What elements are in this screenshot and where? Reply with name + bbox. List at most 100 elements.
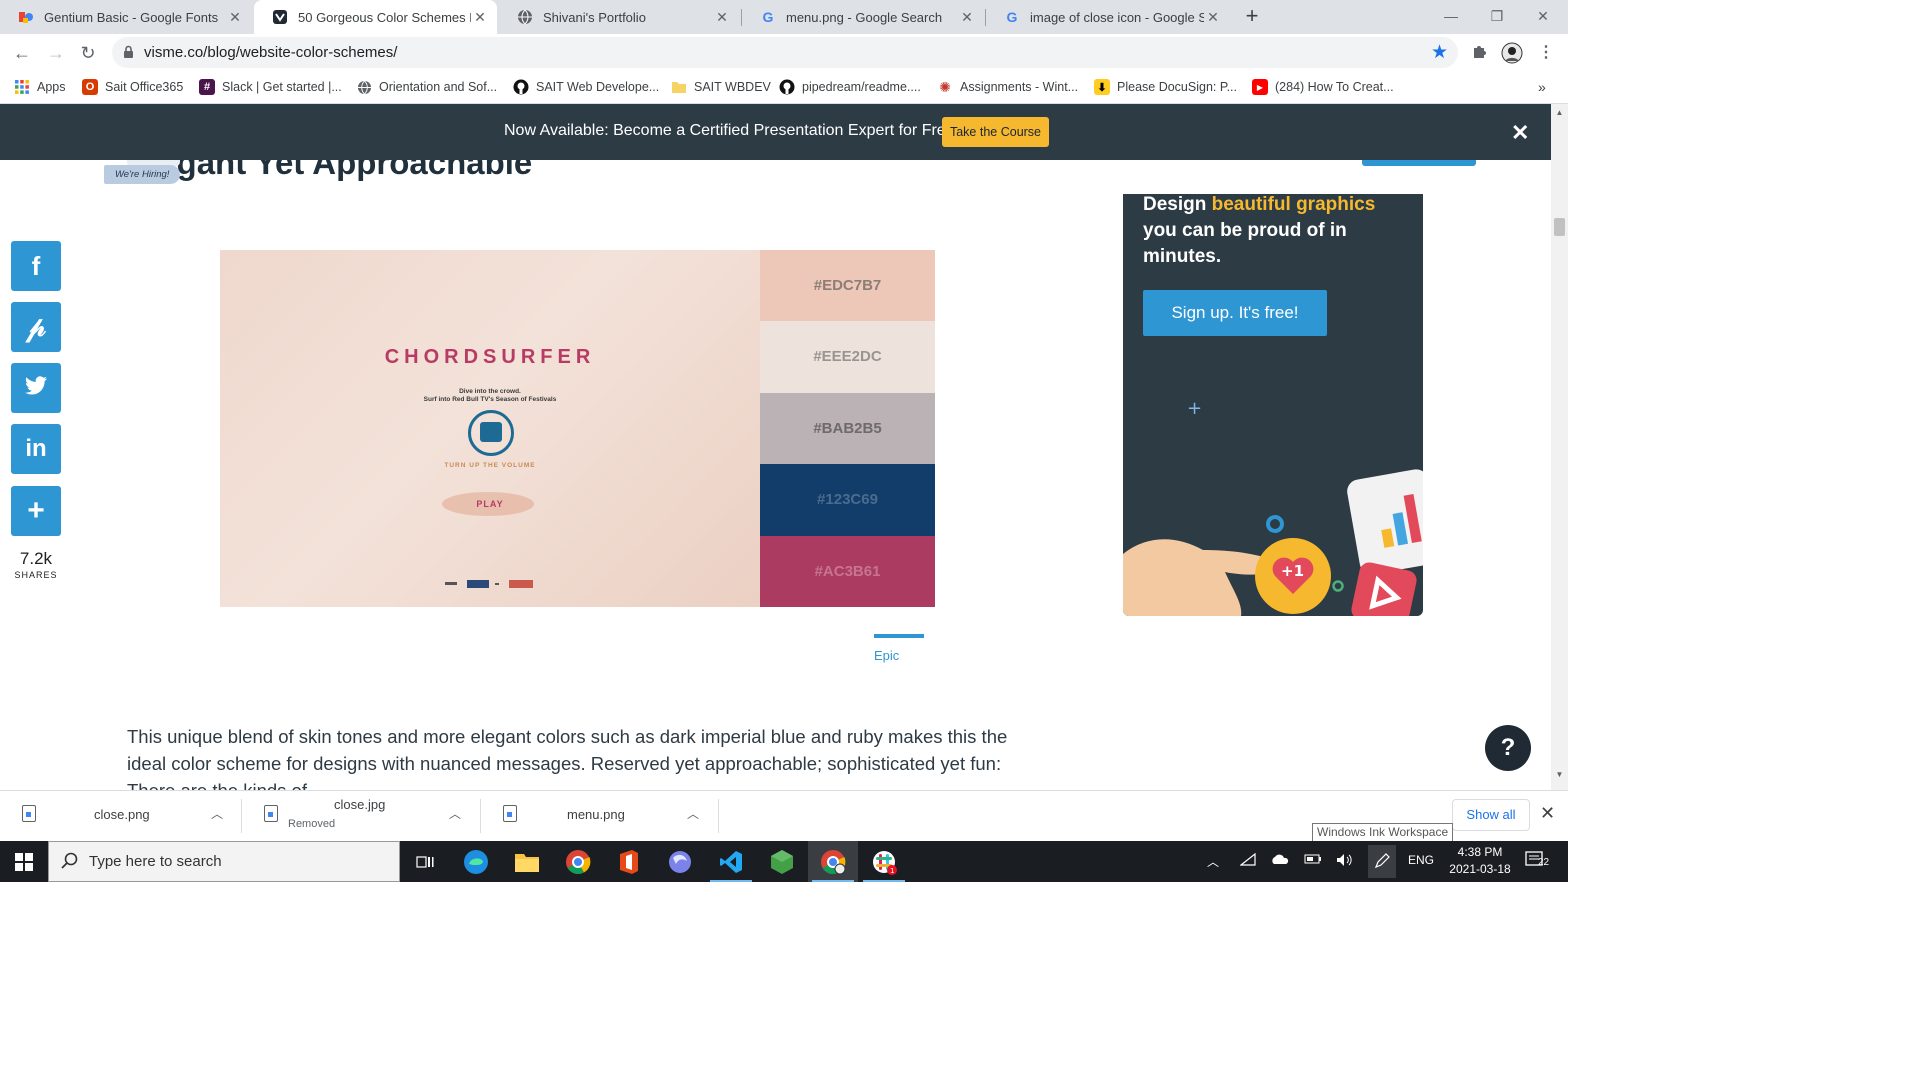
new-tab-button[interactable]: + [1240,4,1264,30]
download-item[interactable]: close.jpg Removed ︿ [242,791,479,841]
bookmark-label: SAIT WBDEV [694,80,771,94]
poster-volume: TURN UP THE VOLUME [444,462,536,469]
office-icon[interactable] [604,841,654,882]
share-more-button[interactable]: + [11,486,61,536]
bookmark-orientation[interactable]: Orientation and Sof... [356,77,497,97]
svg-text:1: 1 [890,867,894,875]
gear-icon: ✺ [939,78,951,95]
start-button[interactable] [0,841,48,882]
tab-visme[interactable]: 50 Gorgeous Color Schemes From ✕ [254,0,497,34]
chrome-menu-icon[interactable]: ⋮ [1535,42,1557,64]
bookmark-pipedream[interactable]: pipedream/readme.... [779,77,921,97]
bookmark-docusign[interactable]: ⬇ Please DocuSign: P... [1094,77,1237,97]
chevron-up-icon[interactable]: ︿ [687,805,699,822]
vscode-icon[interactable] [706,841,756,882]
network-icon[interactable] [1239,852,1256,870]
chevron-up-icon[interactable]: ︿ [211,805,223,822]
profile-avatar[interactable] [1501,42,1523,64]
show-all-downloads-button[interactable]: Show all [1452,799,1530,831]
bookmark-youtube[interactable]: ▶ (284) How To Creat... [1252,77,1394,97]
ad-headline: Design beautiful graphics you can be pro… [1143,194,1413,270]
tab-google-fonts[interactable]: Gentium Basic - Google Fonts ✕ [0,0,252,34]
tab-strip: Gentium Basic - Google Fonts ✕ 50 Gorgeo… [0,0,1568,34]
close-banner-icon[interactable]: ✕ [1511,120,1529,146]
lock-icon[interactable] [123,45,134,64]
share-count: 7.2k [19,549,53,568]
browser-toolbar: ← → ↻ visme.co/blog/website-color-scheme… [0,34,1568,71]
bookmark-apps[interactable]: Apps [14,77,66,97]
volume-icon[interactable] [1336,853,1354,870]
download-item[interactable]: menu.png ︿ [481,791,717,841]
close-tab-icon[interactable]: ✕ [471,9,489,26]
share-facebook-button[interactable]: f [11,241,61,291]
scroll-down-arrow-icon[interactable]: ▼ [1551,770,1568,779]
restore-button[interactable]: ❐ [1474,0,1520,34]
bookmark-star-icon[interactable]: ★ [1431,41,1448,64]
language-indicator[interactable]: ENG [1408,853,1434,867]
action-center-icon[interactable]: 22 [1525,851,1549,872]
extensions-puzzle-icon[interactable] [1469,42,1491,64]
bookmark-assignments[interactable]: ✺ Assignments - Wint... [937,77,1078,97]
teams-icon[interactable] [655,841,705,882]
search-placeholder: Type here to search [89,853,222,870]
tray-chevron-icon[interactable]: ︿ [1207,853,1219,870]
task-view-icon[interactable] [400,841,450,882]
globe-icon [517,9,533,25]
windows-taskbar: Type here to search 1 ︿ ENG 4:38 PM 2021… [0,841,1568,882]
tab-title: Shivani's Portfolio [543,9,646,25]
close-tab-icon[interactable]: ✕ [958,9,976,26]
ink-workspace-pen-icon[interactable] [1368,845,1396,878]
bookmark-sait-wbdev[interactable]: SAIT WBDEV [671,77,771,97]
more-bookmarks-chevron-icon[interactable]: » [1538,77,1546,97]
download-item[interactable]: close.png ︿ [0,791,240,841]
share-pinterest-button[interactable]: 𝓅 [11,302,61,352]
signup-button[interactable]: Sign up. It's free! [1143,290,1327,336]
swatch-3: #BAB2B5 [760,392,935,465]
bookmark-slack[interactable]: # Slack | Get started |... [199,77,342,97]
tab-close-icon-search[interactable]: G image of close icon - Google Sea ✕ [986,0,1230,34]
reload-button[interactable]: ↻ [74,39,102,67]
slack-icon[interactable]: 1 [859,841,909,882]
edge-icon[interactable] [451,841,501,882]
scroll-up-arrow-icon[interactable]: ▲ [1551,108,1568,117]
tab-portfolio[interactable]: Shivani's Portfolio ✕ [499,0,739,34]
onedrive-cloud-icon[interactable] [1270,853,1290,868]
tab-menu-search[interactable]: G menu.png - Google Search ✕ [742,0,984,34]
header-cta-button-edge[interactable] [1362,160,1476,166]
chevron-up-icon[interactable]: ︿ [449,805,461,822]
minimize-button[interactable]: — [1428,0,1474,34]
forward-button[interactable]: → [42,39,70,67]
bookmark-office365[interactable]: O Sait Office365 [82,77,183,97]
close-window-button[interactable]: ✕ [1520,0,1566,34]
address-bar[interactable]: visme.co/blog/website-color-schemes/ ★ [112,37,1458,68]
chrome-profile-icon[interactable] [808,841,858,882]
github-icon [513,79,529,95]
scrollbar-thumb[interactable] [1554,218,1565,236]
hiring-badge[interactable]: We're Hiring! [104,165,181,184]
take-course-button[interactable]: Take the Course [942,117,1049,147]
google-fonts-icon [18,9,34,25]
taskbar-search[interactable]: Type here to search [48,841,400,882]
share-linkedin-button[interactable]: in [11,424,61,474]
close-tab-icon[interactable]: ✕ [226,9,244,26]
bookmark-label: Slack | Get started |... [222,80,342,94]
close-tab-icon[interactable]: ✕ [713,9,731,26]
close-shelf-icon[interactable]: ✕ [1540,803,1555,824]
close-tab-icon[interactable]: ✕ [1204,9,1222,26]
node-app-icon[interactable] [757,841,807,882]
visme-ad[interactable]: Design beautiful graphics you can be pro… [1123,194,1423,616]
back-button[interactable]: ← [8,39,36,67]
github-icon [779,79,795,95]
clock[interactable]: 4:38 PM 2021-03-18 [1440,844,1520,878]
file-explorer-icon[interactable] [502,841,552,882]
image-caption-link[interactable]: Epic [874,648,900,663]
chrome-icon[interactable] [553,841,603,882]
battery-icon[interactable] [1304,853,1322,868]
help-button[interactable]: ? [1485,725,1531,771]
clock-date: 2021-03-18 [1449,862,1511,876]
page-scrollbar[interactable]: ▲ ▼ [1551,104,1568,790]
bookmark-sait-webdev[interactable]: SAIT Web Develope... [513,77,659,97]
bookmark-label: (284) How To Creat... [1275,80,1394,94]
search-icon [61,852,79,875]
share-twitter-button[interactable] [11,363,61,413]
